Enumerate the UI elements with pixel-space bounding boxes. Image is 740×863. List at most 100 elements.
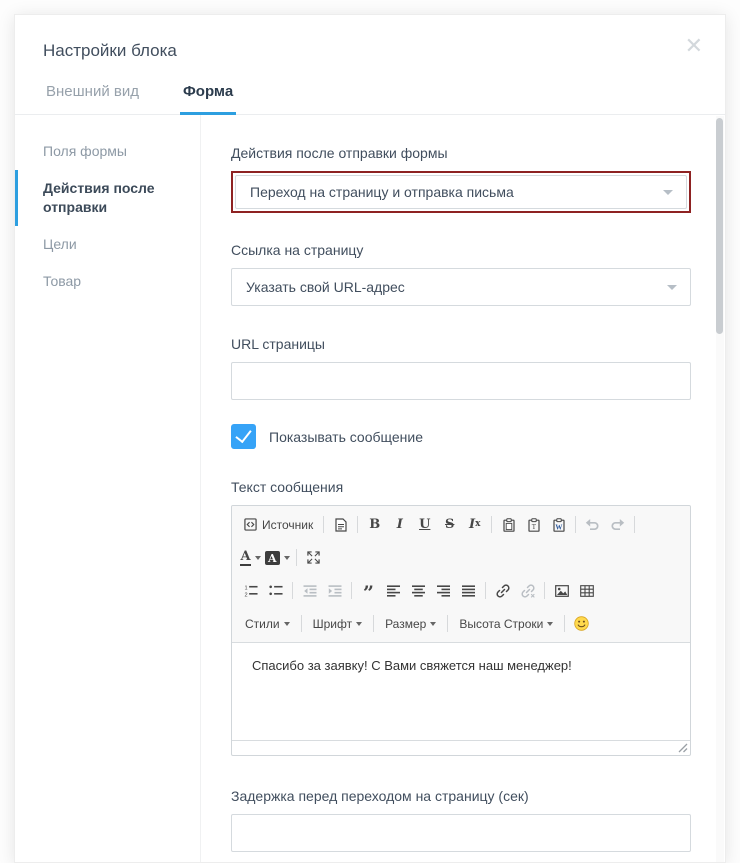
bulleted-list-button[interactable] (263, 578, 288, 603)
action-select-label: Действия после отправки формы (231, 145, 691, 161)
paste-plain-text-button[interactable]: T (521, 512, 546, 537)
toolbar-separator (373, 615, 374, 632)
table-button[interactable] (574, 578, 599, 603)
toolbar-separator (575, 516, 576, 533)
page-link-select-label: Ссылка на страницу (231, 242, 691, 258)
sidebar-item-actions-after-submit[interactable]: Действия после отправки (15, 170, 200, 226)
align-center-button[interactable] (406, 578, 431, 603)
chevron-down-icon (356, 622, 362, 626)
resize-handle[interactable] (678, 743, 688, 753)
page-link-select[interactable]: Указать свой URL-адрес (231, 268, 691, 306)
paste-button[interactable] (496, 512, 521, 537)
scrollbar[interactable] (716, 116, 724, 862)
underline-icon: U (419, 518, 430, 531)
message-text-label: Текст сообщения (231, 479, 691, 495)
smiley-icon (574, 616, 589, 631)
undo-button[interactable] (580, 512, 605, 537)
sidebar-item-product[interactable]: Товар (15, 263, 200, 300)
underline-button[interactable]: U (412, 512, 437, 537)
text-color-button[interactable]: A (238, 545, 263, 570)
toolbar-separator (323, 516, 324, 533)
close-button[interactable]: ✕ (685, 35, 703, 57)
emoji-button[interactable] (569, 611, 594, 636)
modal-title: Настройки блока (43, 41, 697, 61)
align-left-button[interactable] (381, 578, 406, 603)
sidebar-item-goals[interactable]: Цели (15, 226, 200, 263)
paste-word-icon: W (553, 518, 565, 532)
tab-bar: Внешний вид Форма (15, 81, 725, 115)
svg-text:W: W (555, 523, 562, 531)
background-color-icon: A (265, 551, 280, 565)
toolbar-separator (491, 516, 492, 533)
show-message-checkbox[interactable] (231, 424, 256, 449)
toolbar-separator (634, 516, 635, 533)
link-icon (496, 584, 510, 598)
show-message-row: Показывать сообщение (231, 424, 691, 449)
indent-button[interactable] (322, 578, 347, 603)
editor-content[interactable]: Спасибо за заявку! С Вами свяжется наш м… (232, 643, 690, 740)
align-justify-button[interactable] (456, 578, 481, 603)
link-button[interactable] (490, 578, 515, 603)
delay-input[interactable] (231, 814, 691, 852)
chevron-down-icon (667, 285, 677, 290)
align-right-button[interactable] (431, 578, 456, 603)
tab-form[interactable]: Форма (180, 81, 236, 115)
source-button[interactable]: Источник (238, 512, 319, 537)
italic-button[interactable]: I (387, 512, 412, 537)
styles-dropdown[interactable]: Стили (238, 611, 297, 636)
tab-appearance[interactable]: Внешний вид (43, 81, 142, 114)
delay-label: Задержка перед переходом на страницу (се… (231, 788, 691, 804)
toolbar-separator (296, 549, 297, 566)
redo-button[interactable] (605, 512, 630, 537)
action-select[interactable]: Переход на страницу и отправка письма (235, 175, 687, 209)
line-height-dropdown-label: Высота Строки (459, 617, 543, 631)
image-button[interactable] (549, 578, 574, 603)
editor-footer (232, 740, 690, 755)
strikethrough-button[interactable]: S (437, 512, 462, 537)
chevron-down-icon (284, 556, 290, 560)
page-url-input[interactable] (231, 362, 691, 400)
close-icon: ✕ (685, 33, 703, 58)
unlink-button[interactable] (515, 578, 540, 603)
outdent-button[interactable] (297, 578, 322, 603)
action-select-value: Переход на страницу и отправка письма (250, 184, 514, 200)
block-settings-modal: Настройки блока ✕ Внешний вид Форма Поля… (14, 14, 726, 863)
highlight-box: Переход на страницу и отправка письма (231, 171, 691, 213)
line-height-dropdown[interactable]: Высота Строки (452, 611, 560, 636)
image-icon (555, 585, 569, 597)
svg-text:2: 2 (244, 592, 247, 597)
scrollbar-thumb[interactable] (716, 118, 723, 334)
toolbar-row-2: A A (238, 541, 684, 574)
editor-toolbar: Источник B I U S (232, 506, 690, 643)
font-dropdown[interactable]: Шрифт (306, 611, 369, 636)
paste-icon (503, 518, 515, 532)
redo-icon (610, 518, 625, 531)
sidebar-item-form-fields[interactable]: Поля формы (15, 133, 200, 170)
toolbar-separator (485, 582, 486, 599)
background-color-button[interactable]: A (263, 545, 292, 570)
numbered-list-button[interactable]: 12 (238, 578, 263, 603)
chevron-down-icon (430, 622, 436, 626)
chevron-down-icon (663, 190, 673, 195)
size-dropdown[interactable]: Размер (378, 611, 443, 636)
settings-content: Действия после отправки формы Переход на… (201, 115, 725, 862)
template-document-button[interactable] (328, 512, 353, 537)
maximize-button[interactable] (301, 545, 326, 570)
font-dropdown-label: Шрифт (313, 617, 352, 631)
toolbar-separator (564, 615, 565, 632)
remove-format-button[interactable]: Ix (462, 512, 487, 537)
bold-button[interactable]: B (362, 512, 387, 537)
modal-header: Настройки блока ✕ (15, 15, 725, 61)
bold-icon: B (369, 518, 380, 531)
table-icon (580, 585, 594, 597)
align-center-icon (412, 585, 425, 597)
align-right-icon (437, 585, 450, 597)
blockquote-button[interactable]: ” (356, 578, 381, 603)
modal-body: Поля формы Действия после отправки Цели … (15, 115, 725, 862)
bulleted-list-icon (269, 584, 283, 597)
remove-format-sub: x (475, 520, 480, 529)
toolbar-row-4: Стили Шрифт Размер (238, 607, 684, 640)
message-editor: Источник B I U S (231, 505, 691, 756)
paste-from-word-button[interactable]: W (546, 512, 571, 537)
svg-text:T: T (532, 523, 537, 531)
